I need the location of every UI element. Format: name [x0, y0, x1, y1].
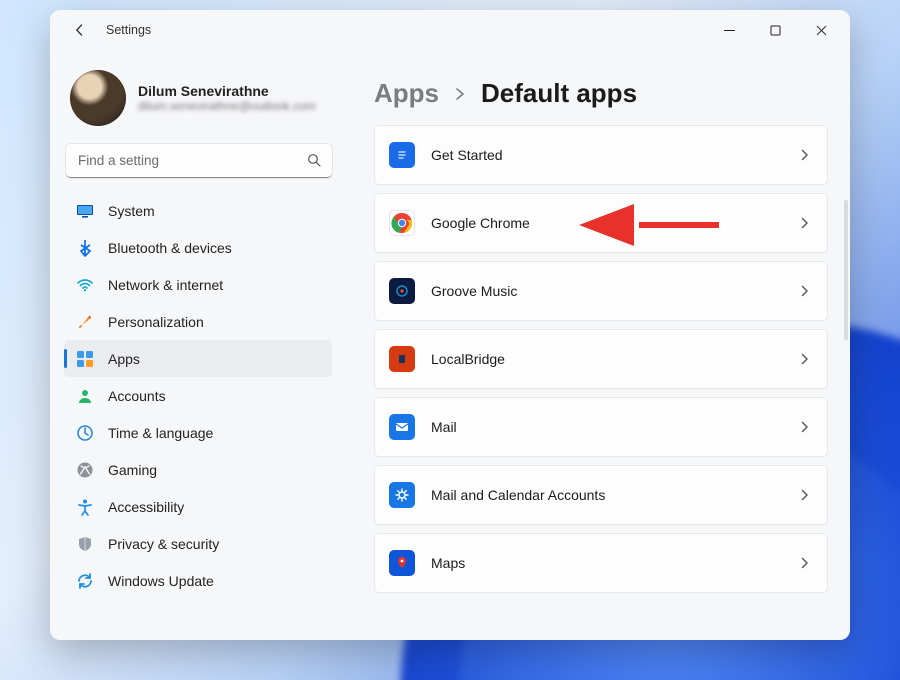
- app-row-get-started[interactable]: Get Started: [374, 125, 828, 185]
- apps-icon: [76, 350, 94, 368]
- breadcrumb-leaf: Default apps: [481, 78, 637, 109]
- sidebar-item-personalization[interactable]: Personalization: [64, 303, 332, 340]
- nav-list: System Bluetooth & devices Network & int…: [64, 192, 334, 630]
- sidebar-item-label: Privacy & security: [108, 536, 219, 552]
- search: [66, 144, 332, 178]
- profile-email: dilum.senevirathne@outlook.com: [138, 99, 316, 113]
- sidebar-item-apps[interactable]: Apps: [64, 340, 332, 377]
- chevron-right-icon: [799, 285, 811, 297]
- sidebar-item-label: Accessibility: [108, 499, 184, 515]
- person-icon: [76, 387, 94, 405]
- gear-icon: [389, 482, 415, 508]
- profile[interactable]: Dilum Senevirathne dilum.senevirathne@ou…: [64, 50, 334, 144]
- close-icon: [816, 25, 827, 36]
- wifi-icon: [76, 276, 94, 294]
- globe-clock-icon: [76, 424, 94, 442]
- back-button[interactable]: [64, 14, 96, 46]
- app-row-mail-calendar-accounts[interactable]: Mail and Calendar Accounts: [374, 465, 828, 525]
- display-icon: [76, 202, 94, 220]
- app-row-groove-music[interactable]: Groove Music: [374, 261, 828, 321]
- app-row-label: Maps: [431, 555, 465, 571]
- app-row-localbridge[interactable]: LocalBridge: [374, 329, 828, 389]
- settings-window: Settings Dilum Senevirathne dilum.senevi…: [50, 10, 850, 640]
- maximize-button[interactable]: [752, 15, 798, 45]
- sidebar-item-label: Apps: [108, 351, 140, 367]
- app-row-label: Google Chrome: [431, 215, 530, 231]
- main-pane: Apps Default apps Get Started: [348, 50, 850, 640]
- get-started-icon: [389, 142, 415, 168]
- app-row-label: Mail and Calendar Accounts: [431, 487, 605, 503]
- sidebar-item-label: Bluetooth & devices: [108, 240, 232, 256]
- brush-icon: [76, 313, 94, 331]
- sidebar-item-label: Time & language: [108, 425, 213, 441]
- groove-icon: [389, 278, 415, 304]
- sidebar-item-label: Personalization: [108, 314, 204, 330]
- scrollbar[interactable]: [844, 200, 848, 340]
- maximize-icon: [770, 25, 781, 36]
- bluetooth-icon: [76, 239, 94, 257]
- sidebar: Dilum Senevirathne dilum.senevirathne@ou…: [50, 50, 348, 640]
- chevron-right-icon: [799, 353, 811, 365]
- sidebar-item-privacy[interactable]: Privacy & security: [64, 525, 332, 562]
- search-icon: [306, 152, 322, 168]
- breadcrumb-parent[interactable]: Apps: [374, 78, 439, 109]
- sidebar-item-label: System: [108, 203, 155, 219]
- sidebar-item-label: Windows Update: [108, 573, 214, 589]
- sidebar-item-label: Gaming: [108, 462, 157, 478]
- breadcrumb: Apps Default apps: [374, 56, 844, 125]
- app-row-label: Get Started: [431, 147, 503, 163]
- sidebar-item-windows-update[interactable]: Windows Update: [64, 562, 332, 599]
- chevron-right-icon: [799, 149, 811, 161]
- sidebar-item-label: Accounts: [108, 388, 166, 404]
- app-row-label: Groove Music: [431, 283, 517, 299]
- sidebar-item-accessibility[interactable]: Accessibility: [64, 488, 332, 525]
- sidebar-item-accounts[interactable]: Accounts: [64, 377, 332, 414]
- localbridge-icon: [389, 346, 415, 372]
- app-list[interactable]: Get Started Google Chrome: [374, 125, 844, 631]
- chevron-right-icon: [799, 557, 811, 569]
- titlebar: Settings: [50, 10, 850, 50]
- chevron-right-icon: [453, 87, 467, 101]
- avatar: [70, 70, 126, 126]
- sidebar-item-label: Network & internet: [108, 277, 223, 293]
- app-row-google-chrome[interactable]: Google Chrome: [374, 193, 828, 253]
- close-button[interactable]: [798, 15, 844, 45]
- minimize-icon: [724, 25, 735, 36]
- sidebar-item-bluetooth[interactable]: Bluetooth & devices: [64, 229, 332, 266]
- arrow-left-icon: [72, 22, 88, 38]
- update-icon: [76, 572, 94, 590]
- profile-name: Dilum Senevirathne: [138, 83, 316, 99]
- sidebar-item-time-language[interactable]: Time & language: [64, 414, 332, 451]
- app-row-maps[interactable]: Maps: [374, 533, 828, 593]
- sidebar-item-gaming[interactable]: Gaming: [64, 451, 332, 488]
- chevron-right-icon: [799, 217, 811, 229]
- minimize-button[interactable]: [706, 15, 752, 45]
- app-row-label: LocalBridge: [431, 351, 505, 367]
- chevron-right-icon: [799, 421, 811, 433]
- shield-icon: [76, 535, 94, 553]
- maps-icon: [389, 550, 415, 576]
- chevron-right-icon: [799, 489, 811, 501]
- window-title: Settings: [106, 23, 151, 37]
- search-input[interactable]: [66, 144, 332, 178]
- xbox-icon: [76, 461, 94, 479]
- sidebar-item-system[interactable]: System: [64, 192, 332, 229]
- sidebar-item-network[interactable]: Network & internet: [64, 266, 332, 303]
- mail-icon: [389, 414, 415, 440]
- app-row-label: Mail: [431, 419, 457, 435]
- app-row-mail[interactable]: Mail: [374, 397, 828, 457]
- accessibility-icon: [76, 498, 94, 516]
- chrome-icon: [389, 210, 415, 236]
